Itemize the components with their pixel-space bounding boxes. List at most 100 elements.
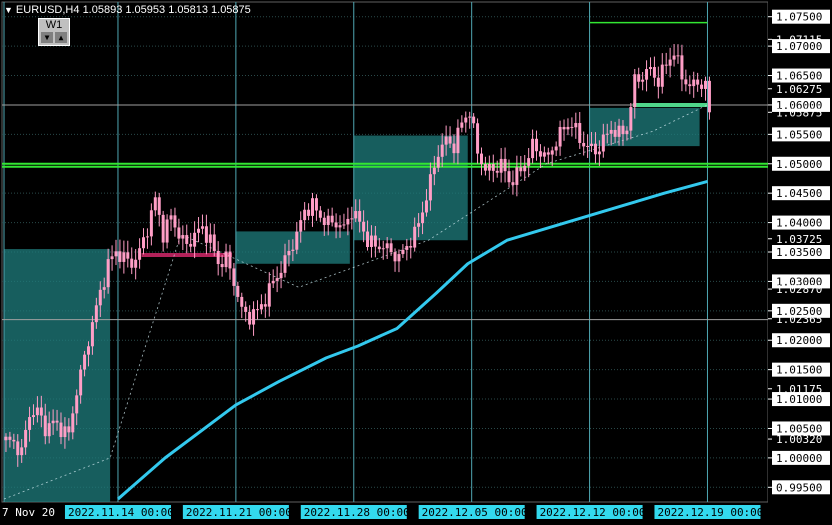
candle-body <box>338 225 342 228</box>
price-label: 0.99500 <box>776 481 822 494</box>
candle-body <box>578 123 582 143</box>
candle-body <box>75 395 79 414</box>
candle-body <box>507 171 511 183</box>
candle-body <box>495 170 499 173</box>
candle-body <box>515 167 519 185</box>
candle-body <box>692 79 696 87</box>
candle-body <box>228 251 232 269</box>
candle-body <box>633 74 637 107</box>
candle-body <box>609 129 613 134</box>
candle-body <box>385 243 389 249</box>
candle-body <box>621 125 625 135</box>
w1-panel[interactable]: W1 ▼ ▲ <box>38 18 70 46</box>
candle-body <box>106 259 110 288</box>
candle-body <box>232 268 236 286</box>
candle-body <box>267 283 271 307</box>
candle-body <box>334 222 338 228</box>
candle-body <box>248 311 252 325</box>
candle-body <box>601 134 605 152</box>
candle-body <box>35 407 39 416</box>
candle-body <box>421 212 425 224</box>
candle-body <box>303 209 307 221</box>
candle-body <box>452 143 456 154</box>
candle-body <box>468 116 472 118</box>
candle-body <box>102 287 106 290</box>
triangle-down-icon: ▼ <box>4 5 13 15</box>
candle-body <box>531 138 535 159</box>
candle-body <box>263 304 267 307</box>
price-label: 1.03725 <box>776 233 822 246</box>
candle-body <box>244 306 248 312</box>
candle-body <box>307 209 311 216</box>
candle-body <box>645 69 649 80</box>
time-axis[interactable]: 7 Nov 20 2022.11.14 00:00 2022.11.21 00:00… <box>2 505 763 519</box>
candle-body <box>259 304 263 310</box>
candle-body <box>83 354 87 370</box>
candle-body <box>161 214 165 243</box>
candle-body <box>346 218 350 225</box>
price-label: 1.00000 <box>776 452 822 465</box>
triangle-up-icon[interactable]: ▲ <box>55 32 67 43</box>
candle-body <box>181 235 185 239</box>
candle-body <box>8 436 12 440</box>
candle-body <box>546 152 550 155</box>
candle-body <box>696 79 700 85</box>
candle-body <box>63 426 67 438</box>
candle-body <box>590 143 594 146</box>
price-label: 1.07000 <box>776 40 822 53</box>
candle-body <box>173 215 177 228</box>
candle-body <box>389 243 393 253</box>
price-chart[interactable]: 1.075001.071151.070001.065001.062751.060… <box>0 0 832 525</box>
candle-body <box>255 309 259 311</box>
candle-body <box>491 163 495 171</box>
price-label: 1.01500 <box>776 364 822 377</box>
candle-body <box>676 55 680 57</box>
candle-body <box>366 231 370 247</box>
candle-body <box>460 122 464 128</box>
price-axis[interactable]: 1.075001.071151.070001.065001.062751.060… <box>768 0 832 525</box>
w1-label: W1 <box>45 19 63 31</box>
candle-body <box>279 272 283 279</box>
candle-body <box>318 210 322 218</box>
price-label: 1.03500 <box>776 246 822 259</box>
candle-body <box>436 156 440 168</box>
candle-body <box>428 174 432 201</box>
candle-body <box>523 165 527 172</box>
candle-body <box>586 145 590 147</box>
candle-body <box>554 146 558 151</box>
candle-body <box>641 79 645 82</box>
price-label: 1.00320 <box>776 433 822 446</box>
candle-body <box>684 79 688 85</box>
candle-body <box>570 126 574 128</box>
candle-body <box>483 164 487 171</box>
candle-body <box>373 235 377 247</box>
candle-body <box>236 285 240 297</box>
triangle-down-icon[interactable]: ▼ <box>41 32 53 43</box>
chart-header: ▼ EURUSD,H4 1.05893 1.05953 1.05813 1.058… <box>4 4 251 16</box>
candle-body <box>28 417 32 430</box>
price-label: 1.05500 <box>776 128 822 141</box>
price-label: 1.04500 <box>776 187 822 200</box>
price-label: 1.06275 <box>776 83 822 96</box>
time-label: 7 Nov 20 <box>2 506 55 519</box>
candle-body <box>456 127 460 154</box>
candle-body <box>114 251 118 257</box>
candle-body <box>350 218 354 220</box>
time-label: 2022.12.19 00:00 <box>657 506 763 519</box>
candle-body <box>574 123 578 128</box>
candle-body <box>138 248 142 260</box>
candle-body <box>535 138 539 152</box>
candle-body <box>377 246 381 250</box>
candle-body <box>472 116 476 124</box>
candle-body <box>283 255 287 273</box>
candle-body <box>118 251 122 262</box>
candle-body <box>660 64 664 87</box>
candle-body <box>145 236 149 238</box>
candle-body <box>656 77 660 87</box>
zone-box <box>589 107 700 147</box>
candle-body <box>169 215 173 220</box>
candle-body <box>130 258 134 268</box>
candle-body <box>311 198 315 216</box>
candle-body <box>668 59 672 66</box>
candle-body <box>67 426 71 433</box>
